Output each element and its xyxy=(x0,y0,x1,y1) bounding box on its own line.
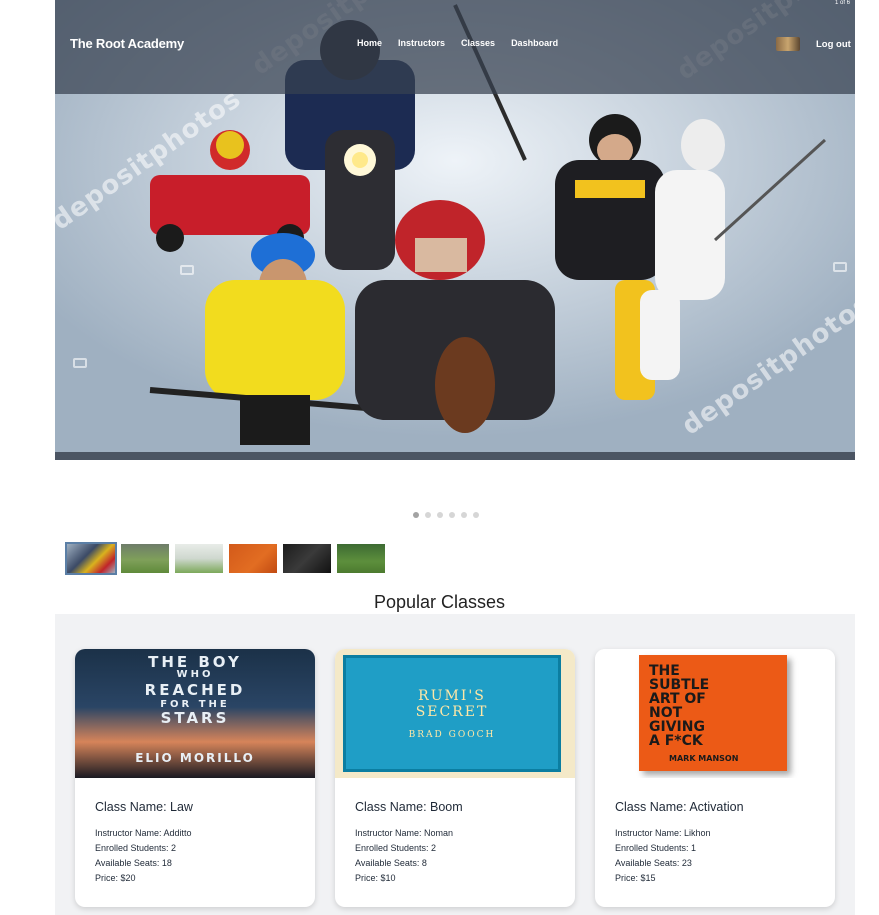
class-price: Price: $10 xyxy=(355,873,396,883)
camera-icon xyxy=(180,265,194,275)
user-avatar[interactable] xyxy=(776,37,800,51)
class-name: Class Name: Activation xyxy=(615,800,744,814)
carousel-dot[interactable] xyxy=(413,512,419,518)
cover-author: MARK MANSON xyxy=(669,754,739,763)
camera-icon xyxy=(73,358,87,368)
cover-text: WHO xyxy=(176,669,214,680)
class-cover-image: RUMI'S SECRET BRAD GOOCH xyxy=(335,649,575,778)
card-body: Class Name: Law Instructor Name: Additto… xyxy=(75,778,315,886)
cover-panel: RUMI'S SECRET BRAD GOOCH xyxy=(343,655,561,772)
instructor-name: Instructor Name: Noman xyxy=(355,828,454,838)
enrolled-students: Enrolled Students: 2 xyxy=(355,843,437,853)
logout-button[interactable]: Log out xyxy=(816,39,851,50)
brand-logo-text[interactable]: The Root Academy xyxy=(70,36,184,51)
class-cover-image: THE SUBTLE ART OF NOT GIVING A F*CK MARK… xyxy=(595,649,835,778)
hero-floor-bar xyxy=(55,452,855,460)
available-seats: Available Seats: 18 xyxy=(95,858,172,868)
card-body: Class Name: Boom Instructor Name: Noman … xyxy=(335,778,575,886)
thumbnail-basketball[interactable] xyxy=(283,544,331,573)
thumbnail-cricket[interactable] xyxy=(175,544,223,573)
card-body: Class Name: Activation Instructor Name: … xyxy=(595,778,835,886)
nav-links: Home Instructors Classes Dashboard xyxy=(351,38,568,48)
enrolled-students: Enrolled Students: 2 xyxy=(95,843,177,853)
nav-link-classes[interactable]: Classes xyxy=(455,38,501,48)
carousel-thumbnails xyxy=(65,542,385,575)
thumbnail-sports[interactable] xyxy=(65,542,117,575)
thumbnail-tennis[interactable] xyxy=(229,544,277,573)
section-title: Popular Classes xyxy=(373,592,506,612)
cover-text: STARS xyxy=(160,709,230,727)
carousel-dot[interactable] xyxy=(449,512,455,518)
cover-author: BRAD GOOCH xyxy=(408,730,496,740)
carousel-dot[interactable] xyxy=(437,512,443,518)
class-price: Price: $15 xyxy=(615,873,656,883)
class-name: Class Name: Law xyxy=(95,800,193,814)
class-cover-image: THE BOY WHO REACHED FOR THE STARS ELIO M… xyxy=(75,649,315,778)
cover-text: SECRET xyxy=(415,704,489,720)
carousel-dot[interactable] xyxy=(461,512,467,518)
class-card[interactable]: RUMI'S SECRET BRAD GOOCH Class Name: Boo… xyxy=(335,649,575,907)
cover-text: A F*CK xyxy=(649,733,703,749)
instructor-name: Instructor Name: Additto xyxy=(95,828,192,838)
nav-link-dashboard[interactable]: Dashboard xyxy=(505,38,564,48)
carousel-dots xyxy=(413,512,479,518)
carousel-dot[interactable] xyxy=(473,512,479,518)
share-icon xyxy=(833,262,847,272)
available-seats: Available Seats: 8 xyxy=(355,858,427,868)
nav-link-home[interactable]: Home xyxy=(351,38,388,48)
class-card[interactable]: THE BOY WHO REACHED FOR THE STARS ELIO M… xyxy=(75,649,315,907)
class-name: Class Name: Boom xyxy=(355,800,463,814)
cover-author: ELIO MORILLO xyxy=(135,751,255,765)
class-price: Price: $20 xyxy=(95,873,136,883)
cover-text: RUMI'S xyxy=(418,688,486,704)
carousel-dot[interactable] xyxy=(425,512,431,518)
thumbnail-football-match[interactable] xyxy=(337,544,385,573)
class-card[interactable]: THE SUBTLE ART OF NOT GIVING A F*CK MARK… xyxy=(595,649,835,907)
navbar: The Root Academy Home Instructors Classe… xyxy=(55,0,855,94)
book-cover: THE SUBTLE ART OF NOT GIVING A F*CK MARK… xyxy=(639,655,787,771)
enrolled-students: Enrolled Students: 1 xyxy=(615,843,697,853)
available-seats: Available Seats: 23 xyxy=(615,858,692,868)
slide-counter: 1 of 6 xyxy=(835,0,851,6)
nav-link-instructors[interactable]: Instructors xyxy=(392,38,451,48)
instructor-name: Instructor Name: Likhon xyxy=(615,828,711,838)
thumbnail-soccer[interactable] xyxy=(121,544,169,573)
cover-text: REACHED xyxy=(144,681,246,699)
